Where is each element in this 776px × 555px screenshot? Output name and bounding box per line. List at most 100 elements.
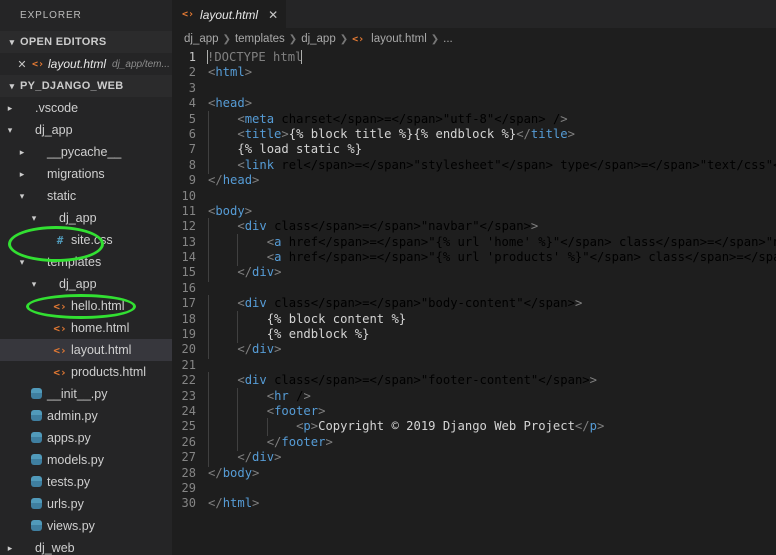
chevron-down-icon[interactable]: ▾: [4, 125, 16, 136]
line-number: 12: [181, 219, 196, 234]
chevron-down-icon[interactable]: ▾: [28, 213, 40, 224]
tree-item-label: templates: [47, 255, 102, 269]
breadcrumb-item-0[interactable]: dj_app: [184, 33, 219, 45]
code-line[interactable]: 18 {% block content %}: [172, 310, 776, 329]
tree-item-models-py[interactable]: models.py: [0, 449, 172, 471]
tree-item-label: urls.py: [47, 497, 84, 511]
code-editor[interactable]: 1 !DOCTYPE html 2 <html> 3 4 <head> 5 <meta cha…: [172, 50, 776, 555]
line-number: 13: [181, 234, 196, 249]
line-number: 3: [188, 80, 196, 95]
line-number: 4: [188, 96, 196, 111]
code-line[interactable]: 2 <html>: [172, 65, 776, 80]
explorer-sidebar: EXPLORER ▾ OPEN EDITORS ✕ <› layout.html…: [0, 0, 172, 555]
code-line[interactable]: 15 </div>: [172, 264, 776, 283]
code-line[interactable]: 10: [172, 189, 776, 204]
tree-item-dj-app[interactable]: ▾ dj_app: [0, 119, 172, 141]
tree-item-label: apps.py: [47, 431, 91, 445]
code-line[interactable]: 24 <footer>: [172, 402, 776, 421]
code-line[interactable]: 27 </div>: [172, 449, 776, 468]
tree-item-label: admin.py: [47, 409, 98, 423]
chevron-down-icon[interactable]: ▾: [16, 257, 28, 268]
line-number: 23: [181, 388, 196, 403]
tree-item-home-html[interactable]: <› home.html: [0, 317, 172, 339]
breadcrumb-item-2[interactable]: dj_app: [301, 33, 336, 45]
chevron-down-icon[interactable]: ▾: [16, 191, 28, 202]
chevron-right-icon[interactable]: ▸: [4, 543, 16, 554]
chevron-down-icon[interactable]: ▾: [28, 279, 40, 290]
tree-item-products-html[interactable]: <› products.html: [0, 361, 172, 383]
code-line[interactable]: 26 </footer>: [172, 433, 776, 452]
tree-item-dj-app[interactable]: ▾ dj_app: [0, 207, 172, 229]
code-line-text: </div>: [208, 264, 776, 283]
code-line[interactable]: 12 <div class</span>=</span>"navbar"</sp…: [172, 218, 776, 237]
line-number: 21: [181, 357, 196, 372]
chevron-right-icon[interactable]: ▸: [4, 103, 16, 114]
code-line[interactable]: 7 {% load static %}: [172, 141, 776, 160]
code-line[interactable]: 1 !DOCTYPE html: [172, 50, 776, 65]
tree-item-views-py[interactable]: views.py: [0, 515, 172, 537]
tree-item-tests-py[interactable]: tests.py: [0, 471, 172, 493]
code-line[interactable]: 14 <a href</span>=</span>"{% url 'produc…: [172, 249, 776, 267]
tree-item-site-css[interactable]: # site.css: [0, 229, 172, 251]
line-number: 28: [181, 465, 196, 480]
tree-item-migrations[interactable]: ▸ migrations: [0, 163, 172, 185]
code-line-text: <div class</span>=</span>"body-content"<…: [208, 295, 776, 314]
close-icon[interactable]: ✕: [14, 58, 30, 71]
tree-item-static[interactable]: ▾ static: [0, 185, 172, 207]
tree-item-label: dj_app: [35, 123, 73, 137]
tree-item-init-py[interactable]: __init__.py: [0, 383, 172, 405]
code-line[interactable]: 11 <body>: [172, 204, 776, 219]
code-line[interactable]: 28 </body>: [172, 466, 776, 481]
code-line[interactable]: 16: [172, 281, 776, 296]
code-line[interactable]: 8 <link rel</span>=</span>"stylesheet"</…: [172, 156, 776, 175]
breadcrumb-separator: ❯: [288, 33, 298, 45]
breadcrumb-item-3[interactable]: layout.html: [371, 33, 427, 45]
code-line[interactable]: 22 <div class</span>=</span>"footer-cont…: [172, 372, 776, 391]
tree-item-label: __pycache__: [47, 145, 122, 159]
tree-item-hello-html[interactable]: <› hello.html: [0, 295, 172, 317]
code-line[interactable]: 4 <head>: [172, 96, 776, 111]
code-line[interactable]: 19 {% endblock %}: [172, 326, 776, 344]
tree-item-dj-app[interactable]: ▾ dj_app: [0, 273, 172, 295]
code-line[interactable]: 21: [172, 358, 776, 373]
code-line[interactable]: 29: [172, 481, 776, 496]
code-line-text: [208, 81, 776, 96]
tree-item-urls-py[interactable]: urls.py: [0, 493, 172, 515]
line-number: 26: [181, 434, 196, 449]
breadcrumb-item-1[interactable]: templates: [235, 33, 285, 45]
code-line[interactable]: 30 </html>: [172, 496, 776, 511]
close-icon[interactable]: ✕: [268, 8, 278, 22]
python-icon: [28, 475, 44, 489]
code-line[interactable]: 3: [172, 81, 776, 96]
code-line[interactable]: 17 <div class</span>=</span>"body-conten…: [172, 295, 776, 314]
code-line[interactable]: 5 <meta charset</span>=</span>"utf-8"</s…: [172, 110, 776, 129]
code-line-text: </footer>: [208, 433, 776, 452]
editor-pane: <› layout.html ✕ dj_app ❯ templates ❯ dj_app…: [172, 0, 776, 555]
line-number: 2: [188, 65, 196, 80]
tree-item-apps-py[interactable]: apps.py: [0, 427, 172, 449]
code-line[interactable]: 23 <hr />: [172, 387, 776, 406]
tree-item-layout-html[interactable]: <› layout.html: [0, 339, 172, 361]
project-section-header[interactable]: ▾ PY_DJANGO_WEB: [0, 75, 172, 97]
tree-item-templates[interactable]: ▾ templates: [0, 251, 172, 273]
html-icon: <›: [53, 343, 67, 357]
open-editor-filepath: dj_app/tem...: [112, 58, 170, 70]
open-editors-section-header[interactable]: ▾ OPEN EDITORS: [0, 31, 172, 53]
code-line[interactable]: 9 </head>: [172, 173, 776, 188]
tree-item-label: static: [47, 189, 77, 203]
tree-item-admin-py[interactable]: admin.py: [0, 405, 172, 427]
breadcrumb-item-4[interactable]: ...: [443, 33, 453, 45]
line-number: 15: [181, 265, 196, 280]
code-line[interactable]: 6 <title>{% block title %}{% endblock %}…: [172, 125, 776, 144]
code-line[interactable]: 20 </div>: [172, 341, 776, 360]
tree-item-vscode[interactable]: ▸ .vscode: [0, 97, 172, 119]
code-line[interactable]: 13 <a href</span>=</span>"{% url 'home' …: [172, 233, 776, 252]
tree-item-pycache[interactable]: ▸ __pycache__: [0, 141, 172, 163]
chevron-right-icon[interactable]: ▸: [16, 169, 28, 180]
open-editor-item-layout-html[interactable]: ✕ <› layout.html dj_app/tem...: [0, 53, 172, 75]
tab-layout-html[interactable]: <› layout.html ✕: [172, 0, 287, 28]
tree-item-dj-web[interactable]: ▸ dj_web: [0, 537, 172, 555]
chevron-down-icon: ▾: [9, 37, 15, 47]
code-line[interactable]: 25 <p>Copyright © 2019 Django Web Projec…: [172, 418, 776, 437]
chevron-right-icon[interactable]: ▸: [16, 147, 28, 158]
